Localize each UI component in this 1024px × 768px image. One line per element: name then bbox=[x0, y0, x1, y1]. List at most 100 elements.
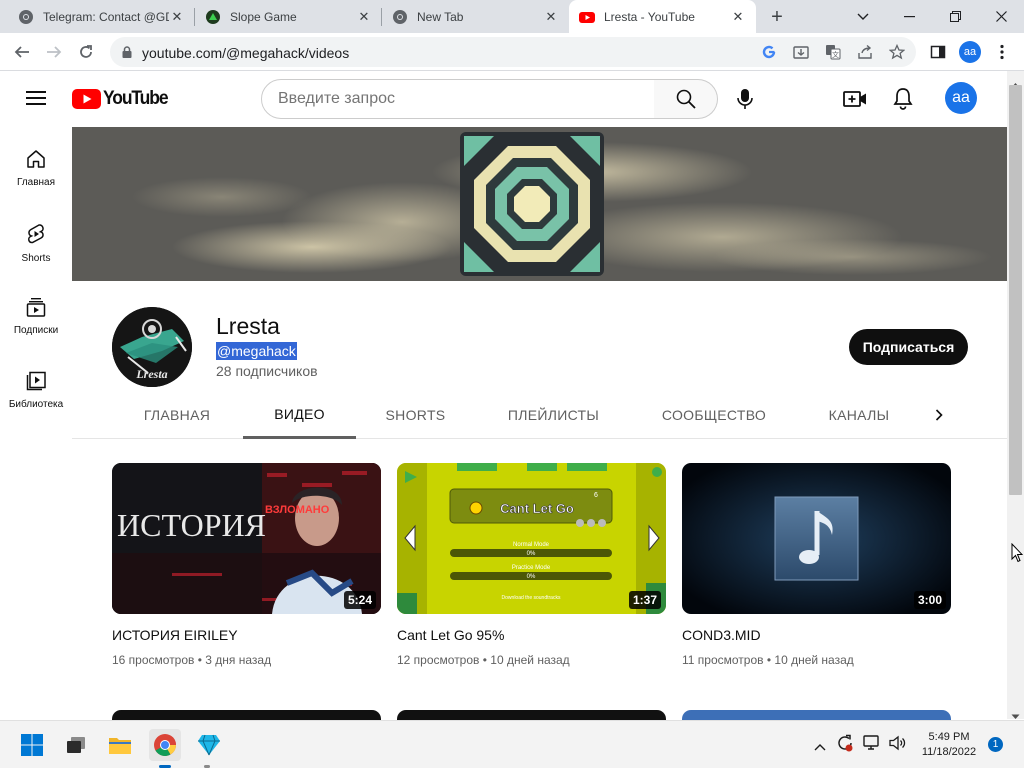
video-thumbnail[interactable]: 3:00 bbox=[682, 463, 951, 614]
google-lens-icon[interactable] bbox=[760, 43, 778, 61]
diamond-app-icon[interactable] bbox=[193, 729, 225, 761]
tab-community[interactable]: СООБЩЕСТВО bbox=[648, 392, 780, 438]
mouse-cursor-icon bbox=[1011, 542, 1024, 568]
tab-playlists[interactable]: ПЛЕЙЛИСТЫ bbox=[491, 392, 616, 438]
video-thumbnail-partial[interactable] bbox=[112, 710, 381, 720]
scrollbar-thumb[interactable] bbox=[1009, 85, 1022, 495]
create-video-icon[interactable] bbox=[843, 88, 867, 115]
tab-telegram[interactable]: Telegram: Contact @GD ✕ bbox=[8, 0, 195, 33]
tab-new-tab[interactable]: New Tab ✕ bbox=[382, 0, 569, 33]
video-thumbnail-partial[interactable] bbox=[397, 710, 666, 720]
system-clock[interactable]: 5:49 PM 11/18/2022 bbox=[918, 730, 980, 760]
guide-item-library[interactable]: Библиотека bbox=[0, 349, 72, 423]
tab-search-chevron-icon[interactable] bbox=[840, 0, 886, 33]
tab-title: Telegram: Contact @GD bbox=[43, 9, 169, 24]
address-bar[interactable]: youtube.com/@megahack/videos 文 bbox=[110, 37, 916, 67]
thumb-normal-mode: Normal Mode bbox=[513, 542, 550, 548]
forward-arrow-icon[interactable] bbox=[40, 38, 68, 66]
back-arrow-icon[interactable] bbox=[8, 38, 36, 66]
bookmark-star-icon[interactable] bbox=[888, 43, 906, 61]
profile-avatar[interactable]: aa bbox=[956, 38, 984, 66]
sync-status-icon[interactable] bbox=[836, 734, 854, 757]
subscriber-count: 28 подписчиков bbox=[216, 363, 318, 379]
new-tab-button[interactable]: + bbox=[765, 5, 789, 29]
hamburger-menu-icon[interactable] bbox=[26, 90, 46, 111]
translate-icon[interactable]: 文 bbox=[824, 43, 842, 61]
channel-name: Lresta bbox=[216, 313, 280, 339]
channel-avatar[interactable]: Lresta bbox=[112, 307, 192, 387]
minimize-icon[interactable] bbox=[886, 0, 932, 33]
youtube-logo-text: YouTube bbox=[103, 88, 169, 109]
guide-item-subscriptions[interactable]: Подписки bbox=[0, 275, 72, 349]
subscriptions-icon bbox=[26, 298, 46, 317]
profile-initials: aa bbox=[959, 41, 981, 63]
close-window-icon[interactable] bbox=[978, 0, 1024, 33]
tab-videos[interactable]: ВИДЕО bbox=[243, 392, 356, 439]
restore-icon[interactable] bbox=[932, 0, 978, 33]
windows-start-icon[interactable] bbox=[16, 729, 48, 761]
tab-title: Lresta - YouTube bbox=[604, 9, 695, 24]
video-title[interactable]: Cant Let Go 95% bbox=[397, 627, 504, 643]
search-button[interactable] bbox=[654, 79, 718, 119]
share-icon[interactable] bbox=[856, 43, 874, 61]
clock-time: 5:49 PM bbox=[928, 731, 970, 743]
video-title[interactable]: COND3.MID bbox=[682, 627, 761, 643]
tab-home[interactable]: ГЛАВНАЯ bbox=[124, 392, 230, 438]
youtube-favicon-icon bbox=[579, 9, 595, 25]
thumb-stamp: ВЗЛОМАНО bbox=[265, 504, 330, 516]
task-view-icon[interactable] bbox=[60, 729, 92, 761]
search-box[interactable] bbox=[261, 79, 655, 119]
video-age: 3 дня назад bbox=[205, 653, 272, 667]
video-thumbnail-image bbox=[682, 463, 951, 614]
chrome-menu-icon[interactable] bbox=[988, 38, 1016, 66]
subscribe-button[interactable]: Подписаться bbox=[849, 329, 968, 365]
tray-overflow-chevron-icon[interactable] bbox=[814, 738, 826, 756]
close-tab-icon[interactable]: ✕ bbox=[543, 9, 559, 25]
page-scrollbar[interactable] bbox=[1007, 71, 1024, 719]
video-age: 10 дней назад bbox=[774, 653, 854, 667]
search-input[interactable] bbox=[262, 80, 654, 118]
browser-tab-strip: Telegram: Contact @GD ✕ Slope Game ✕ New… bbox=[0, 0, 1024, 33]
video-meta: 12 просмотров • 10 дней назад bbox=[397, 653, 570, 667]
close-tab-icon[interactable]: ✕ bbox=[356, 9, 372, 25]
chrome-taskbar-icon[interactable] bbox=[149, 729, 181, 761]
reload-icon[interactable] bbox=[72, 38, 100, 66]
account-avatar-button[interactable]: aa bbox=[945, 82, 977, 114]
volume-icon[interactable] bbox=[889, 735, 907, 756]
youtube-logo[interactable]: YouTube bbox=[72, 88, 173, 110]
channel-tabs: ГЛАВНАЯ ВИДЕО SHORTS ПЛЕЙЛИСТЫ СООБЩЕСТВ… bbox=[72, 392, 1007, 439]
guide-item-shorts[interactable]: Shorts bbox=[0, 201, 72, 275]
voice-search-mic-icon[interactable] bbox=[735, 89, 755, 114]
lock-icon[interactable] bbox=[118, 43, 136, 61]
video-thumbnail-image: Cant Let Go 6 Normal Mode 0% Practice Mo… bbox=[397, 463, 666, 614]
tabs-next-chevron-icon[interactable] bbox=[926, 392, 952, 438]
tab-youtube-active[interactable]: Lresta - YouTube ✕ bbox=[569, 0, 756, 33]
guide-label: Подписки bbox=[13, 325, 59, 336]
library-icon bbox=[26, 371, 46, 391]
side-panel-icon[interactable] bbox=[924, 38, 952, 66]
file-explorer-icon[interactable] bbox=[104, 729, 136, 761]
video-duration: 3:00 bbox=[913, 591, 946, 609]
notifications-bell-icon[interactable] bbox=[893, 87, 913, 115]
chrome-favicon-icon bbox=[18, 9, 34, 25]
close-tab-icon[interactable]: ✕ bbox=[730, 9, 746, 25]
thumb-stars: 6 bbox=[594, 492, 598, 499]
video-thumbnail[interactable]: Cant Let Go 6 Normal Mode 0% Practice Mo… bbox=[397, 463, 666, 614]
tab-slope-game[interactable]: Slope Game ✕ bbox=[195, 0, 382, 33]
channel-banner bbox=[72, 127, 1007, 281]
video-thumbnail-partial[interactable] bbox=[682, 710, 951, 720]
home-icon bbox=[27, 150, 45, 168]
guide-item-home[interactable]: Главная bbox=[0, 127, 72, 201]
channel-avatar-image: Lresta bbox=[112, 307, 192, 387]
close-tab-icon[interactable]: ✕ bbox=[169, 9, 185, 25]
thumb-footer: Download the soundtracks bbox=[502, 595, 561, 601]
video-views: 12 просмотров bbox=[397, 653, 480, 667]
video-thumbnail[interactable]: ИСТОРИЯ ВЗЛОМАНО 5:24 bbox=[112, 463, 381, 614]
notification-badge[interactable]: 1 bbox=[988, 737, 1003, 752]
install-app-icon[interactable] bbox=[792, 43, 810, 61]
tab-channels[interactable]: КАНАЛЫ bbox=[814, 392, 904, 438]
video-title[interactable]: ИСТОРИЯ EIRILEY bbox=[112, 627, 238, 643]
network-icon[interactable] bbox=[863, 735, 881, 756]
tab-title: Slope Game bbox=[230, 9, 297, 24]
tab-shorts[interactable]: SHORTS bbox=[368, 392, 463, 438]
